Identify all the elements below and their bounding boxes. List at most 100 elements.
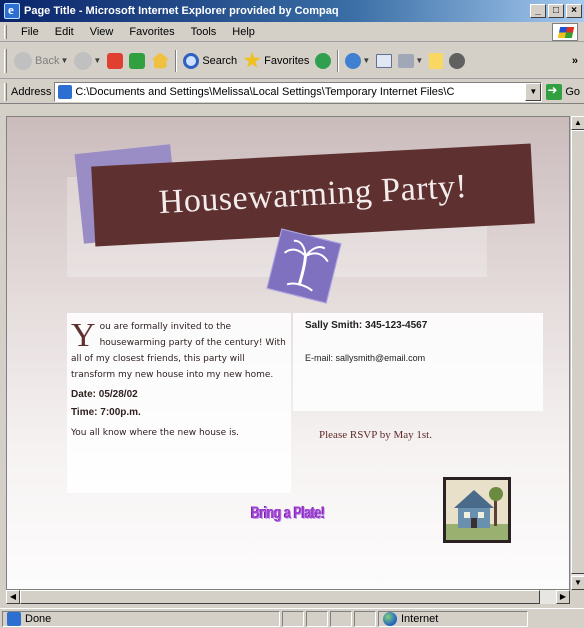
bring-a-plate-wordart: Bring a Plate! — [251, 503, 325, 522]
house-picture — [443, 477, 511, 543]
history-button[interactable]: ▼ — [342, 48, 373, 74]
contact-name: Sally Smith: 345-123-4567 — [305, 320, 428, 331]
vertical-scroll-thumb[interactable] — [571, 130, 584, 574]
menu-help[interactable]: Help — [224, 26, 263, 38]
go-label: Go — [565, 85, 580, 98]
menu-tools[interactable]: Tools — [183, 26, 225, 38]
search-label: Search — [202, 54, 238, 67]
house-icon — [446, 480, 508, 540]
scroll-right-button[interactable]: ▶ — [556, 590, 570, 604]
stop-button[interactable] — [104, 48, 126, 74]
menu-file[interactable]: File — [13, 26, 47, 38]
toolbar-separator — [175, 49, 178, 72]
party-date: Date: 05/28/02 — [71, 389, 138, 400]
stop-icon — [107, 52, 124, 69]
status-bar: Done Internet — [0, 608, 584, 628]
media-icon — [315, 52, 332, 69]
back-arrow-icon — [14, 51, 32, 70]
menu-view[interactable]: View — [82, 26, 122, 38]
search-icon — [183, 52, 200, 69]
chevron-down-icon[interactable]: ▼ — [415, 56, 423, 65]
page-icon — [58, 84, 73, 99]
favorites-label: Favorites — [264, 54, 310, 67]
scroll-down-button[interactable]: ▼ — [571, 576, 584, 590]
home-icon — [151, 52, 170, 69]
discuss-icon — [449, 52, 466, 69]
party-location: You all know where the new house is. — [71, 428, 240, 438]
scroll-left-button[interactable]: ◀ — [6, 590, 20, 604]
refresh-icon — [129, 52, 146, 69]
go-arrow-icon — [546, 83, 563, 100]
invitation-box: Y ou are formally invited to the housewa… — [67, 313, 291, 493]
maximize-button[interactable]: □ — [548, 4, 564, 18]
palm-tree-graphic — [283, 239, 329, 292]
page-done-icon — [7, 611, 21, 626]
minimize-button[interactable]: _ — [530, 4, 546, 18]
windows-flag-icon — [552, 23, 578, 41]
horizontal-scroll-thumb[interactable] — [20, 590, 540, 604]
menu-edit[interactable]: Edit — [47, 26, 82, 38]
star-icon — [243, 51, 261, 68]
address-bar: Address C:\Documents and Settings\Meliss… — [0, 80, 584, 104]
media-button[interactable] — [312, 48, 334, 74]
ie-icon — [4, 2, 20, 19]
forward-button[interactable]: ▼ — [71, 48, 104, 74]
go-button[interactable]: Go — [546, 83, 580, 100]
search-button[interactable]: Search — [180, 48, 240, 74]
toolbar-separator — [337, 49, 340, 72]
globe-icon — [383, 611, 397, 626]
security-zone: Internet — [378, 610, 528, 627]
mail-button[interactable] — [373, 48, 395, 74]
menu-grip[interactable] — [4, 24, 7, 39]
address-label: Address — [11, 85, 52, 98]
status-text: Done — [25, 612, 52, 625]
chevron-down-icon[interactable]: ▼ — [362, 56, 370, 65]
toolbar-overflow-button[interactable]: » — [572, 55, 578, 67]
edit-icon — [429, 52, 444, 69]
status-panel-empty — [282, 610, 304, 627]
palm-tree-icon — [266, 228, 342, 304]
address-dropdown-button[interactable]: ▼ — [525, 82, 542, 101]
menu-bar: File Edit View Favorites Tools Help — [0, 22, 584, 42]
address-input[interactable]: C:\Documents and Settings\Melissa\Local … — [54, 81, 543, 102]
forward-arrow-icon — [74, 51, 93, 70]
status-panel-empty — [354, 610, 376, 627]
close-button[interactable]: × — [566, 4, 582, 18]
home-button[interactable] — [148, 48, 172, 74]
party-time: Time: 7:00p.m. — [71, 407, 141, 418]
status-panel: Done — [2, 610, 280, 627]
status-panel-empty — [330, 610, 352, 627]
favorites-button[interactable]: Favorites — [240, 48, 312, 74]
chevron-down-icon[interactable]: ▼ — [93, 56, 101, 65]
scroll-up-button[interactable]: ▲ — [571, 116, 584, 130]
vertical-scrollbar[interactable]: ▲ ▼ — [570, 116, 584, 590]
mail-icon — [376, 53, 393, 68]
address-value[interactable]: C:\Documents and Settings\Melissa\Local … — [75, 86, 525, 98]
chevron-down-icon[interactable]: ▼ — [60, 56, 68, 65]
invitation-text: ou are formally invited to the housewarm… — [71, 322, 286, 380]
zone-label: Internet — [401, 612, 439, 625]
back-label: Back — [35, 54, 60, 67]
menu-favorites[interactable]: Favorites — [121, 26, 182, 38]
horizontal-scrollbar[interactable]: ◀ ▶ — [6, 590, 570, 604]
status-panel-empty — [306, 610, 328, 627]
standard-toolbar: Back ▼ ▼ Search Favorites ▼ ▼ » — [0, 43, 584, 79]
discuss-button[interactable] — [446, 48, 468, 74]
drop-cap: Y — [71, 317, 96, 354]
back-button[interactable]: Back ▼ — [11, 48, 71, 74]
page-viewport[interactable]: Housewarming Party! Y ou are formally in… — [6, 116, 570, 590]
rsvp-note: Please RSVP by May 1st. — [319, 429, 432, 441]
page-heading: Housewarming Party! — [157, 167, 469, 222]
window-controls: _ □ × — [530, 4, 582, 18]
toolbar-grip[interactable] — [4, 48, 7, 73]
edit-button[interactable] — [426, 48, 446, 74]
contact-email: E-mail: sallysmith@email.com — [305, 353, 426, 363]
title-bar: Page Title - Microsoft Internet Explorer… — [0, 0, 584, 22]
window-title: Page Title - Microsoft Internet Explorer… — [24, 5, 339, 17]
address-grip[interactable] — [4, 82, 7, 101]
contact-box: Sally Smith: 345-123-4567 E-mail: sallys… — [293, 313, 543, 411]
history-icon — [345, 52, 362, 69]
refresh-button[interactable] — [126, 48, 148, 74]
print-button[interactable]: ▼ — [395, 48, 426, 74]
printer-icon — [398, 53, 415, 68]
